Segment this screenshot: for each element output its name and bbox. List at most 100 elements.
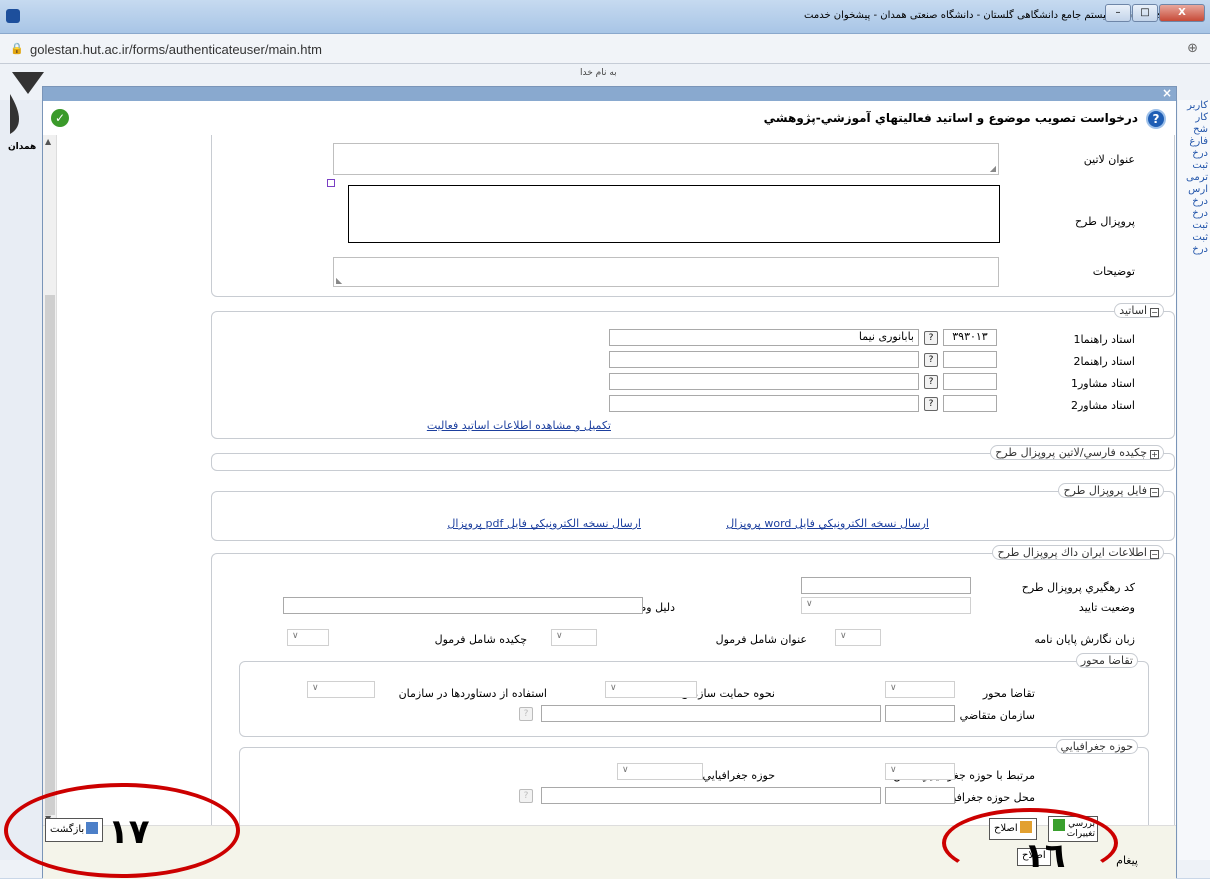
abstract-formula-label: چكيده شامل فرمول	[434, 633, 527, 646]
professor-name-input[interactable]: بابانوری نیما	[609, 329, 919, 346]
approval-status-label: وضعيت تاييد	[1078, 601, 1135, 614]
zoom-icon[interactable]: ⊕	[1187, 41, 1198, 56]
approval-status-select[interactable]: ∨	[801, 597, 971, 614]
professor-name-input[interactable]	[609, 351, 919, 368]
background-link[interactable]: درخ	[1178, 244, 1210, 256]
complete-professors-link[interactable]: تكميل و مشاهده اطلاعات اساتيد فعاليت	[427, 419, 611, 432]
background-link[interactable]: کار	[1178, 112, 1210, 124]
irandoc-legend[interactable]: −اطلاعات ايران داك پروپزال طرح	[992, 545, 1164, 560]
applicant-org-code-input[interactable]	[885, 705, 955, 722]
lookup-icon: ?	[519, 707, 533, 721]
annotation-number-17: ۱۷	[108, 812, 150, 852]
background-link[interactable]: فارغ	[1178, 136, 1210, 148]
demand-label: تقاضا محور	[982, 687, 1035, 700]
address-bar[interactable]: 🔒 golestan.hut.ac.ir/forms/authenticateu…	[0, 34, 1210, 64]
collapse-icon[interactable]: −	[1150, 488, 1159, 497]
dialog-header: ? درخواست تصويب موضوع و اساتيد فعاليتهاي…	[43, 101, 1176, 135]
browser-favicon-icon	[6, 9, 20, 23]
minimize-button[interactable]: –	[1105, 4, 1131, 22]
lookup-icon[interactable]: ?	[924, 375, 938, 389]
title-formula-select[interactable]: ∨	[551, 629, 597, 646]
background-link[interactable]: کاربر	[1178, 100, 1210, 112]
dialog-close-icon[interactable]: ×	[1162, 86, 1172, 100]
geo-place-code-input[interactable]	[885, 787, 955, 804]
chevron-down-icon: ∨	[890, 765, 897, 775]
professor-row-label: استاد مشاور2	[1070, 399, 1135, 412]
professor-row-label: استاد مشاور1	[1070, 377, 1135, 390]
description-label: توضيحات	[1092, 265, 1135, 278]
background-link[interactable]: ثبت	[1178, 220, 1210, 232]
latin-title-label: عنوان لاتين	[1083, 153, 1135, 166]
title-formula-label: عنوان شامل فرمول	[715, 633, 807, 646]
achievement-usage-label: استفاده از دستاوردها در سازمان	[398, 687, 547, 700]
chevron-down-icon: ∨	[622, 765, 629, 775]
abstract-legend[interactable]: +چكيده فارسي/لاتين پروپزال طرح	[990, 445, 1164, 460]
background-link[interactable]: ثبت	[1178, 160, 1210, 172]
resize-handle-icon[interactable]	[327, 179, 335, 187]
professor-code-input[interactable]: ۳۹۳۰۱۳	[943, 329, 997, 346]
thesis-language-select[interactable]: ∨	[835, 629, 881, 646]
dialog-topbar: ×	[43, 86, 1176, 101]
abstract-section: +چكيده فارسي/لاتين پروپزال طرح	[211, 445, 1175, 471]
professor-code-input[interactable]	[943, 373, 997, 390]
tracking-code-label: كد رهگيري پروپزال طرح	[1021, 581, 1135, 594]
background-link[interactable]: ارس	[1178, 184, 1210, 196]
background-link[interactable]: شح	[1178, 124, 1210, 136]
scrollbar-thumb[interactable]	[45, 295, 55, 815]
chevron-down-icon: ∨	[840, 631, 847, 641]
demand-legend: تقاضا محور	[1075, 653, 1138, 668]
lookup-icon[interactable]: ?	[924, 331, 938, 345]
approval-reason-input[interactable]	[283, 597, 643, 614]
support-method-select[interactable]: ∨	[605, 681, 697, 698]
scroll-up-icon[interactable]: ▲	[45, 137, 51, 146]
maximize-button[interactable]: □	[1132, 4, 1158, 22]
professor-name-input[interactable]	[609, 395, 919, 412]
geo-related-select[interactable]: ∨	[885, 763, 955, 780]
professor-row-label: استاد راهنما2	[1073, 355, 1135, 368]
geo-area-label: حوزه جغرافيايي	[702, 769, 775, 782]
vertical-scrollbar[interactable]: ▲ ▼	[43, 135, 57, 825]
chevron-down-icon: ∨	[890, 683, 897, 693]
collapse-icon[interactable]: −	[1150, 308, 1159, 317]
window-titlebar: Google Chrome - سیستم جامع دانشگاهی گلست…	[0, 0, 1210, 34]
close-window-button[interactable]: X	[1159, 4, 1205, 22]
help-icon[interactable]: ?	[1146, 109, 1166, 129]
achievement-usage-select[interactable]: ∨	[307, 681, 375, 698]
background-link[interactable]: درخ	[1178, 208, 1210, 220]
demand-select[interactable]: ∨	[885, 681, 955, 698]
professor-name-input[interactable]	[609, 373, 919, 390]
background-link[interactable]: درخ	[1178, 196, 1210, 208]
description-input[interactable]: ◣	[333, 257, 999, 287]
background-header-text: به نام خدا	[580, 68, 617, 78]
chevron-down-icon: ∨	[610, 683, 617, 693]
background-link[interactable]: درخ	[1178, 148, 1210, 160]
geo-legend: حوزه جغرافيايي	[1055, 739, 1138, 754]
send-pdf-link[interactable]: ارسال نسخه الكترونيكي فايل pdf پروپزال	[447, 517, 641, 530]
background-left-column	[0, 100, 42, 860]
background-link[interactable]: ترمی	[1178, 172, 1210, 184]
thesis-language-label: زبان نگارش پايان نامه	[1034, 633, 1135, 646]
url-text[interactable]: golestan.hut.ac.ir/forms/authenticateuse…	[30, 42, 322, 57]
background-link[interactable]: ثبت	[1178, 232, 1210, 244]
proposal-input[interactable]	[348, 185, 1000, 243]
send-word-link[interactable]: ارسال نسخه الكترونيكي فايل word پروپزال	[726, 517, 929, 530]
annotation-number-16: ۱٦	[1024, 836, 1066, 876]
professors-legend[interactable]: −اساتيد	[1114, 303, 1164, 318]
tracking-code-input[interactable]	[801, 577, 971, 594]
lookup-icon[interactable]: ?	[924, 353, 938, 367]
geo-area-select[interactable]: ∨	[617, 763, 703, 780]
abstract-formula-select[interactable]: ∨	[287, 629, 329, 646]
lookup-icon[interactable]: ?	[924, 397, 938, 411]
professor-code-input[interactable]	[943, 395, 997, 412]
proposal-file-legend[interactable]: −فايل پروپزال طرح	[1058, 483, 1164, 498]
message-label: پيغام	[1116, 854, 1138, 867]
professor-code-input[interactable]	[943, 351, 997, 368]
collapse-icon[interactable]: −	[1150, 550, 1159, 559]
latin-title-input[interactable]: ◢	[333, 143, 999, 175]
check-icon[interactable]: ✓	[51, 109, 69, 127]
lock-icon: 🔒	[10, 42, 24, 55]
geo-place-name-input[interactable]	[541, 787, 881, 804]
expand-icon[interactable]: +	[1150, 450, 1159, 459]
proposal-label: پروپزال طرح	[1074, 215, 1135, 228]
applicant-org-name-input[interactable]	[541, 705, 881, 722]
